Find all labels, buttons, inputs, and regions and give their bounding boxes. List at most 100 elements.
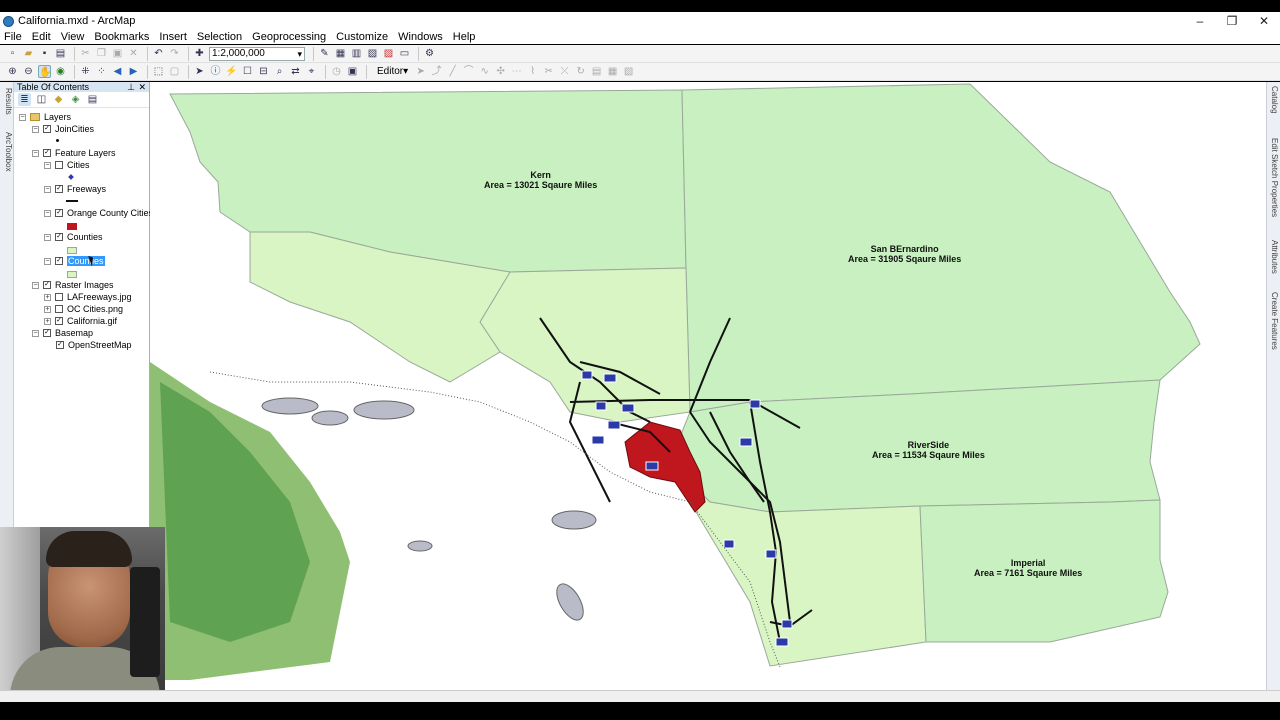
back-icon[interactable]: ◀ [111,65,124,78]
zoom-out-icon[interactable]: ⊖ [22,65,35,78]
create-features-icon[interactable]: ▧ [622,65,635,78]
collapse-icon[interactable]: − [44,185,51,193]
split-icon[interactable]: ⤫ [558,65,571,78]
find-route-icon[interactable]: ⇄ [289,65,302,78]
go-to-xy-icon[interactable]: ⌖ [305,65,318,78]
open-icon[interactable]: ▰ [22,47,35,60]
delete-icon[interactable]: ✕ [127,47,140,60]
endpoint-arc-icon[interactable]: ⌒ [462,65,475,78]
visibility-checkbox[interactable]: ✓ [55,257,63,265]
select-elements-icon[interactable]: ➤ [193,65,206,78]
pin-icon[interactable]: ⊥ [127,82,135,92]
toc-layer-lafreeways[interactable]: + LAFreeways.jpg [44,292,132,302]
visibility-checkbox[interactable]: ✓ [55,185,63,193]
pan-icon[interactable]: ✋ [38,65,51,78]
menu-file[interactable]: File [4,31,22,43]
toc-root-layers[interactable]: − Layers [19,112,71,122]
menu-customize[interactable]: Customize [336,31,388,43]
cut-polygons-icon[interactable]: ✂ [542,65,555,78]
zoom-in-icon[interactable]: ⊕ [6,65,19,78]
list-by-source-icon[interactable]: ◫ [35,93,48,106]
toc-layer-cities[interactable]: − Cities [44,160,90,170]
toc-layer-orange-county-cities[interactable]: − ✓ Orange County Cities [44,208,153,218]
clear-selection-icon[interactable]: ▢ [168,65,181,78]
expand-icon[interactable]: + [44,293,51,301]
forward-icon[interactable]: ▶ [127,65,140,78]
visibility-checkbox[interactable]: ✓ [43,329,51,337]
collapse-icon[interactable]: − [44,209,51,217]
visibility-checkbox[interactable]: ✓ [43,125,51,133]
expand-icon[interactable]: + [44,317,51,325]
visibility-checkbox[interactable]: ✓ [43,149,51,157]
results-tab[interactable]: Results [1,88,13,115]
attributes-tab[interactable]: Attributes [1269,240,1279,274]
arctoolbox-tab[interactable]: ArcToolbox [1,132,13,172]
hyperlink-icon[interactable]: ⚡ [225,65,238,78]
editor-toolbar-icon[interactable]: ✎ [318,47,331,60]
visibility-checkbox[interactable] [55,161,63,169]
save-icon[interactable]: ▪ [38,47,51,60]
collapse-icon[interactable]: − [44,233,51,241]
sketch-properties-icon[interactable]: ▦ [606,65,619,78]
attributes-icon[interactable]: ▤ [590,65,603,78]
menu-bookmarks[interactable]: Bookmarks [94,31,149,43]
add-data-icon[interactable]: ✚ [193,47,206,60]
paste-icon[interactable]: ▣ [111,47,124,60]
visibility-checkbox[interactable]: ✓ [56,341,64,349]
full-extent-icon[interactable]: ◉ [54,65,67,78]
toc-layer-counties[interactable]: − ✓ Counties [44,232,103,242]
menu-geoprocessing[interactable]: Geoprocessing [252,31,326,43]
menu-help[interactable]: Help [453,31,476,43]
expand-icon[interactable]: + [44,305,51,313]
straight-segment-icon[interactable]: ╱ [446,65,459,78]
menu-windows[interactable]: Windows [398,31,443,43]
identify-icon[interactable]: ⓘ [209,65,222,78]
toc-group-basemap[interactable]: − ✓ Basemap [32,328,93,338]
toc-layer-freeways[interactable]: − ✓ Freeways [44,184,106,194]
menu-view[interactable]: View [61,31,85,43]
toc-group-raster-images[interactable]: − ✓ Raster Images [32,280,114,290]
close-button[interactable]: ✕ [1248,12,1280,30]
measure-icon[interactable]: ⊟ [257,65,270,78]
arctoolbox-icon[interactable]: ▨ [382,47,395,60]
collapse-icon[interactable]: − [32,149,39,157]
redo-icon[interactable]: ↷ [168,47,181,60]
layer-label-editing[interactable]: Counties [67,256,105,266]
catalog-icon[interactable]: ▥ [350,47,363,60]
catalog-tab[interactable]: Catalog [1269,86,1279,114]
time-slider-icon[interactable]: ◷ [330,65,343,78]
rotate-icon[interactable]: ↻ [574,65,587,78]
create-viewer-icon[interactable]: ▣ [346,65,359,78]
select-features-icon[interactable]: ⬚ [152,65,165,78]
collapse-icon[interactable]: − [19,113,26,121]
toc-options-icon[interactable]: ▤ [86,93,99,106]
visibility-checkbox[interactable]: ✓ [43,281,51,289]
python-window-icon[interactable]: ▭ [398,47,411,60]
visibility-checkbox[interactable]: ✓ [55,209,63,217]
list-by-drawing-order-icon[interactable]: ≣ [18,93,31,106]
point-icon[interactable]: ✣ [494,65,507,78]
menu-selection[interactable]: Selection [197,31,242,43]
menu-edit[interactable]: Edit [32,31,51,43]
html-popup-icon[interactable]: ☐ [241,65,254,78]
search-window-icon[interactable]: ▧ [366,47,379,60]
minimize-button[interactable]: – [1184,12,1216,30]
toc-layer-joincities[interactable]: − ✓ JoinCities [32,124,94,134]
visibility-checkbox[interactable] [55,305,63,313]
edit-tool-icon[interactable]: ➤ [414,65,427,78]
fixed-zoom-in-icon[interactable]: ⁜ [79,65,92,78]
collapse-icon[interactable]: − [32,125,39,133]
find-icon[interactable]: ⌕ [273,65,286,78]
visibility-checkbox[interactable] [55,293,63,301]
reshape-icon[interactable]: ⌇ [526,65,539,78]
map-canvas[interactable] [150,82,1266,690]
trace-icon[interactable]: ∿ [478,65,491,78]
toc-layer-california-gif[interactable]: + ✓ California.gif [44,316,117,326]
collapse-icon[interactable]: − [32,329,39,337]
table-of-contents-icon[interactable]: ▦ [334,47,347,60]
fixed-zoom-out-icon[interactable]: ⁘ [95,65,108,78]
undo-icon[interactable]: ↶ [152,47,165,60]
edit-vertices-icon[interactable]: ⋯ [510,65,523,78]
list-by-visibility-icon[interactable]: ◆ [52,93,65,106]
edit-sketch-properties-tab[interactable]: Edit Sketch Properties [1269,138,1279,217]
